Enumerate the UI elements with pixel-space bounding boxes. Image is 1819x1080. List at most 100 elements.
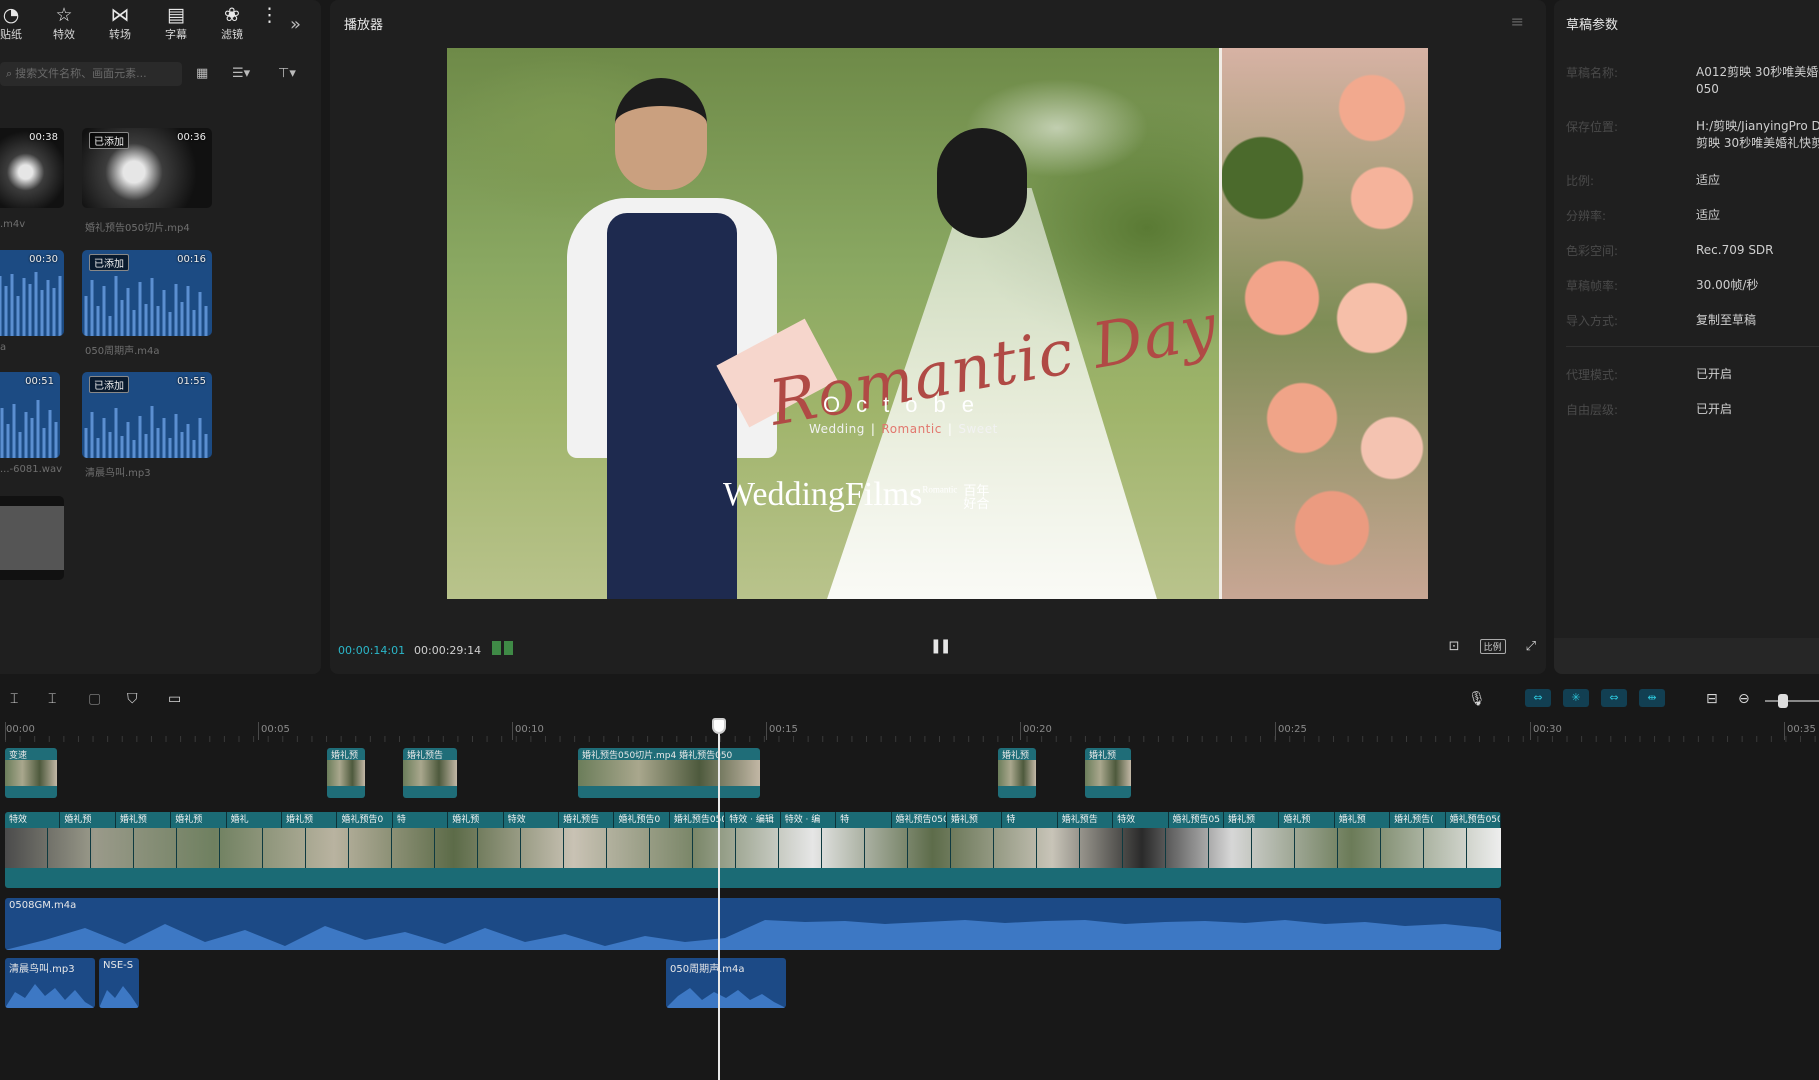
- clip-thumbnails: [5, 828, 1501, 868]
- sfx-clip[interactable]: 050周期声.m4a: [666, 958, 786, 1008]
- playhead-handle[interactable]: [712, 718, 726, 734]
- fullscreen-icon[interactable]: ⤢: [1526, 639, 1536, 654]
- video-preview[interactable]: Romantic Day Octobe Wedding | Romantic | Swe…: [447, 48, 1428, 599]
- main-track-clip-label: 特: [393, 812, 449, 828]
- transition-icon: ⋈: [110, 4, 130, 26]
- waveform-icon: [99, 986, 139, 1008]
- preview-window-icon[interactable]: ⊟: [1706, 691, 1718, 707]
- waveform-icon: [666, 988, 786, 1008]
- main-track-clip-label: 婚礼预: [1279, 812, 1335, 828]
- main-track-clip-label: 婚礼预: [171, 812, 227, 828]
- player-panel: 播放器 ≡ Romantic Day Octobe Wedding | Romant…: [330, 0, 1546, 674]
- main-video-track[interactable]: 特效 婚礼预 婚礼预 婚礼预 婚礼 婚礼预 婚礼预告0 特婚礼预 特效 婚礼预告 婚礼预告0 婚礼预告…: [5, 812, 1501, 888]
- sfx-clip[interactable]: NSE-S: [99, 958, 139, 1008]
- screenshot-icon[interactable]: ⊡: [1449, 639, 1460, 654]
- media-item[interactable]: 已添加 00:16: [82, 250, 212, 336]
- grid-view-icon[interactable]: ▦: [196, 66, 208, 81]
- audio-meter-icon: [492, 641, 514, 655]
- media-item[interactable]: 00:38: [0, 128, 64, 208]
- edit-clip-icon[interactable]: ▭: [168, 691, 181, 707]
- overlay-clip[interactable]: 婚礼预告050切片.mp4 婚礼预告050: [578, 748, 760, 798]
- main-track-clip-label: 特效: [1113, 812, 1169, 828]
- link-main-track-icon[interactable]: ⇔: [1525, 689, 1551, 707]
- main-track-clip-label: 婚礼预告0: [337, 812, 393, 828]
- overlay-brand: WeddingFilmsRomantic 百年好合: [723, 476, 990, 513]
- tool-partial[interactable]: ⋮: [260, 4, 279, 26]
- main-track-clip-label: 特效 · 编辑: [725, 812, 781, 828]
- main-track-clip-label: 婚礼预告05: [1169, 812, 1224, 828]
- media-item[interactable]: 已添加 01:55: [82, 372, 212, 458]
- split-left-icon[interactable]: ⌶: [10, 691, 18, 707]
- props-title: 草稿参数: [1566, 18, 1619, 33]
- marker-icon[interactable]: ⛉: [127, 691, 138, 707]
- sfx-clip[interactable]: 清晨鸟叫.mp3: [5, 958, 95, 1008]
- main-track-clip-label: 婚礼预告050切片.mp4: [1446, 812, 1501, 828]
- chevron-double-right-icon[interactable]: »: [290, 4, 301, 35]
- waveform-icon: [0, 272, 62, 336]
- main-track-clip-label: 婚礼预告: [559, 812, 615, 828]
- tool-subtitle[interactable]: ▤ 字幕: [148, 4, 204, 42]
- props-footer: [1554, 638, 1819, 674]
- player-title: 播放器: [344, 18, 384, 33]
- main-track-clip-label: 特效 · 编: [781, 812, 837, 828]
- main-track-clip-label: 特: [1002, 812, 1058, 828]
- media-item[interactable]: 已添加 00:36: [82, 128, 212, 208]
- split-right-icon[interactable]: ⌶: [48, 691, 56, 707]
- menu-icon[interactable]: ≡: [1511, 12, 1524, 31]
- flowers-scene: [1219, 48, 1428, 599]
- total-timecode: 00:00:29:14: [414, 644, 482, 657]
- time-ruler[interactable]: 00:00 00:05 00:10 00:15 00:20 00:25 00:3…: [0, 720, 1819, 742]
- timeline-panel: ⌶ ⌶ ▢ ⛉ ▭ 🎙 ⇔ ✳ ⇔ ⇹ ⊟ ⊖ 00:00 00:05 00:1…: [0, 680, 1819, 1080]
- main-track-clip-label: 婚礼预: [282, 812, 338, 828]
- main-track-clip-label: 婚礼预告(: [1390, 812, 1446, 828]
- waveform-icon: [5, 920, 1501, 950]
- overlay-clip[interactable]: 变速: [5, 748, 57, 798]
- timeline-toolbar: ⌶ ⌶ ▢ ⛉ ▭ 🎙 ⇔ ✳ ⇔ ⇹ ⊟ ⊖: [0, 680, 1819, 720]
- preview-axis-icon[interactable]: ⇹: [1639, 689, 1665, 707]
- draft-properties-panel: 草稿参数 草稿名称: A012剪映 30秒唯美婚礼 050 保存位置: H:/剪…: [1554, 0, 1819, 674]
- main-track-clip-label: 婚礼预: [1335, 812, 1391, 828]
- waveform-icon: [0, 400, 58, 458]
- linkage-icon[interactable]: ⇔: [1601, 689, 1627, 707]
- overlay-clip[interactable]: 婚礼预告: [403, 748, 457, 798]
- waveform-icon: [5, 984, 95, 1008]
- filter-dropdown-icon[interactable]: ⊤▾: [278, 66, 296, 81]
- tool-filter[interactable]: ❀ 滤镜: [204, 4, 260, 42]
- more-tool-icon: ⋮: [260, 4, 279, 26]
- main-track-clip-label: 婚礼: [227, 812, 283, 828]
- main-track-clip-label: 婚礼预: [60, 812, 116, 828]
- media-item[interactable]: [0, 496, 64, 580]
- playhead[interactable]: [718, 726, 720, 1080]
- delete-icon[interactable]: ▢: [88, 691, 101, 707]
- zoom-slider-handle[interactable]: [1778, 694, 1788, 708]
- media-search-row: ⌕ 搜索文件名称、画面元素... ▦ ☰▾ ⊤▾: [0, 62, 320, 86]
- main-track-clip-label: 特效: [504, 812, 560, 828]
- pause-button[interactable]: ❚❚: [930, 638, 952, 654]
- sort-icon[interactable]: ☰▾: [232, 66, 250, 81]
- overlay-clip[interactable]: 婚礼预: [998, 748, 1036, 798]
- main-track-clip-label: 婚礼预告050切片.r: [670, 812, 726, 828]
- main-track-clip-label: 婚礼预告050: [892, 812, 947, 828]
- bgm-track[interactable]: 0508GM.m4a: [5, 898, 1501, 950]
- tool-transition[interactable]: ⋈ 转场: [92, 4, 148, 42]
- zoom-out-icon[interactable]: ⊖: [1738, 691, 1750, 707]
- search-input[interactable]: ⌕ 搜索文件名称、画面元素...: [0, 62, 182, 86]
- filter-icon: ❀: [224, 4, 240, 26]
- waveform-icon: [84, 406, 208, 458]
- zoom-slider[interactable]: [1765, 700, 1819, 702]
- magnet-icon[interactable]: ✳: [1563, 689, 1589, 707]
- track-toggles: ⇔ ✳ ⇔ ⇹: [1525, 689, 1665, 707]
- subtitle-icon: ▤: [167, 4, 185, 26]
- overlay-clip[interactable]: 婚礼预: [327, 748, 365, 798]
- overlay-clip[interactable]: 婚礼预: [1085, 748, 1131, 798]
- main-track-clip-label: 婚礼预: [947, 812, 1003, 828]
- ratio-button[interactable]: 比例: [1479, 639, 1506, 654]
- media-item[interactable]: 00:51: [0, 372, 60, 458]
- main-track-clip-label: 婚礼预告: [1058, 812, 1114, 828]
- media-item[interactable]: 00:30: [0, 250, 64, 336]
- microphone-icon[interactable]: 🎙: [1468, 691, 1486, 707]
- overlay-month: Octobe: [823, 392, 990, 417]
- overlay-tags: Wedding | Romantic | Sweet: [809, 422, 998, 436]
- tool-sticker[interactable]: ◔ 贴纸: [0, 4, 22, 42]
- tool-effects[interactable]: ☆ 特效: [36, 4, 92, 42]
